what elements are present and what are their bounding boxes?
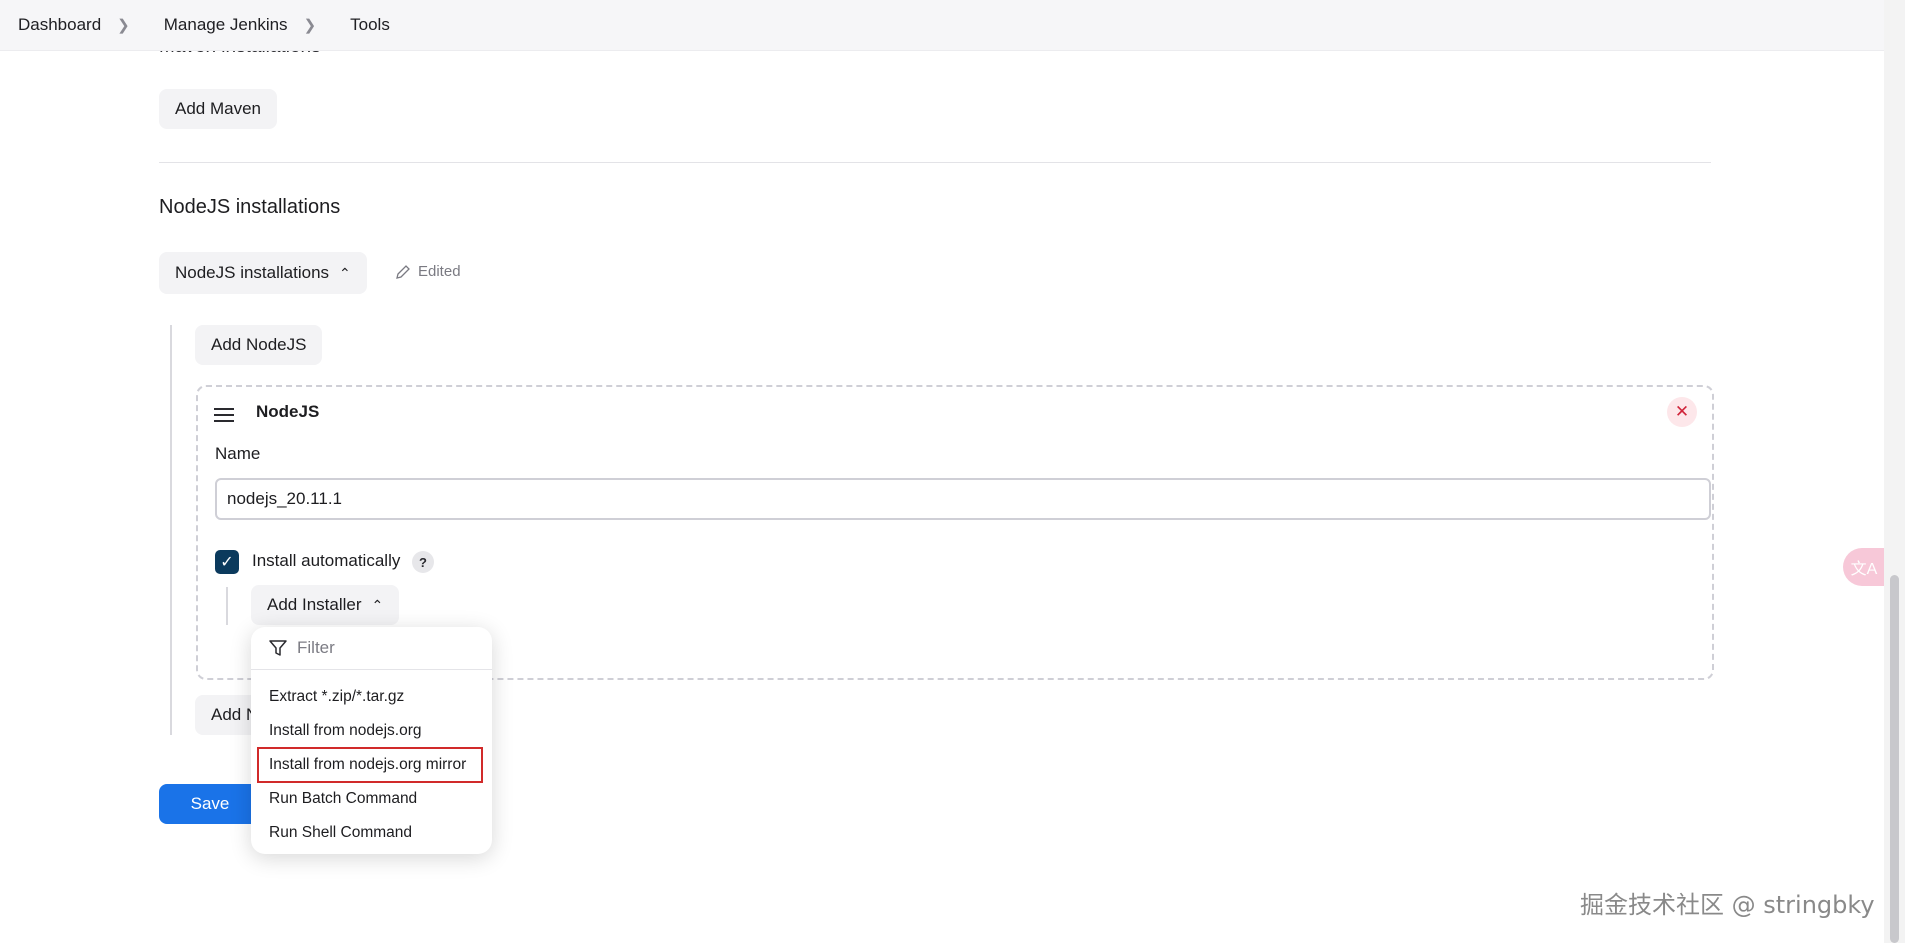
add-maven-button[interactable]: Add Maven [159,89,277,129]
menu-item-install-nodejs-org-mirror[interactable]: Install from nodejs.org mirror [257,747,483,783]
filter-icon [269,640,287,656]
breadcrumb-manage-jenkins[interactable]: Manage Jenkins [146,15,288,35]
add-installer-label: Add Installer [267,595,362,614]
menu-item-extract[interactable]: Extract *.zip/*.tar.gz [251,680,492,714]
save-button[interactable]: Save [159,784,261,824]
pencil-icon [396,264,410,279]
nested-indent-line [170,325,172,735]
scrollbar-thumb[interactable] [1890,575,1899,943]
vertical-scrollbar[interactable] [1884,0,1905,943]
breadcrumb-tools[interactable]: Tools [332,15,390,35]
section-divider [159,162,1711,163]
toggle-label: NodeJS installations [175,263,330,282]
menu-item-run-shell-command[interactable]: Run Shell Command [251,816,492,850]
menu-item-run-batch-command[interactable]: Run Batch Command [251,782,492,816]
translate-icon[interactable]: 文A [1843,548,1885,586]
edited-label: Edited [418,263,461,280]
install-automatically-checkbox[interactable]: ✓ [215,550,239,574]
nodejs-section-title: NodeJS installations [159,196,341,218]
filter-placeholder: Filter [297,638,335,657]
breadcrumb-bar: Dashboard ❯ Manage Jenkins ❯ Tools [0,0,1884,51]
name-label: Name [215,444,261,463]
edited-indicator: Edited [395,263,461,280]
chevron-right-icon: ❯ [303,17,317,34]
chevron-up-icon: ⌃ [339,264,351,281]
installer-menu-list: Extract *.zip/*.tar.gz Install from node… [251,670,492,850]
filter-field[interactable]: Filter [251,627,492,670]
nodejs-installations-toggle[interactable]: NodeJS installations ⌃ [159,252,367,294]
chevron-right-icon: ❯ [117,17,130,34]
close-icon[interactable]: ✕ [1667,397,1697,427]
chevron-up-icon: ⌃ [371,596,384,613]
help-icon[interactable]: ? [412,551,434,573]
name-input[interactable] [215,478,1711,520]
watermark: 掘金技术社区 @ stringbky [1580,891,1875,919]
breadcrumb-dashboard[interactable]: Dashboard [0,15,101,35]
add-nodejs-button[interactable]: Add NodeJS [195,325,323,365]
drag-handle-icon[interactable] [214,404,234,426]
install-automatically-label: Install automatically [252,551,401,570]
installer-dropdown-menu: Filter Extract *.zip/*.tar.gz Install fr… [251,627,492,854]
card-title: NodeJS [256,402,320,421]
add-installer-button[interactable]: Add Installer ⌃ [251,585,400,625]
menu-item-install-nodejs-org[interactable]: Install from nodejs.org [251,714,492,748]
installer-indent-line [226,587,228,625]
